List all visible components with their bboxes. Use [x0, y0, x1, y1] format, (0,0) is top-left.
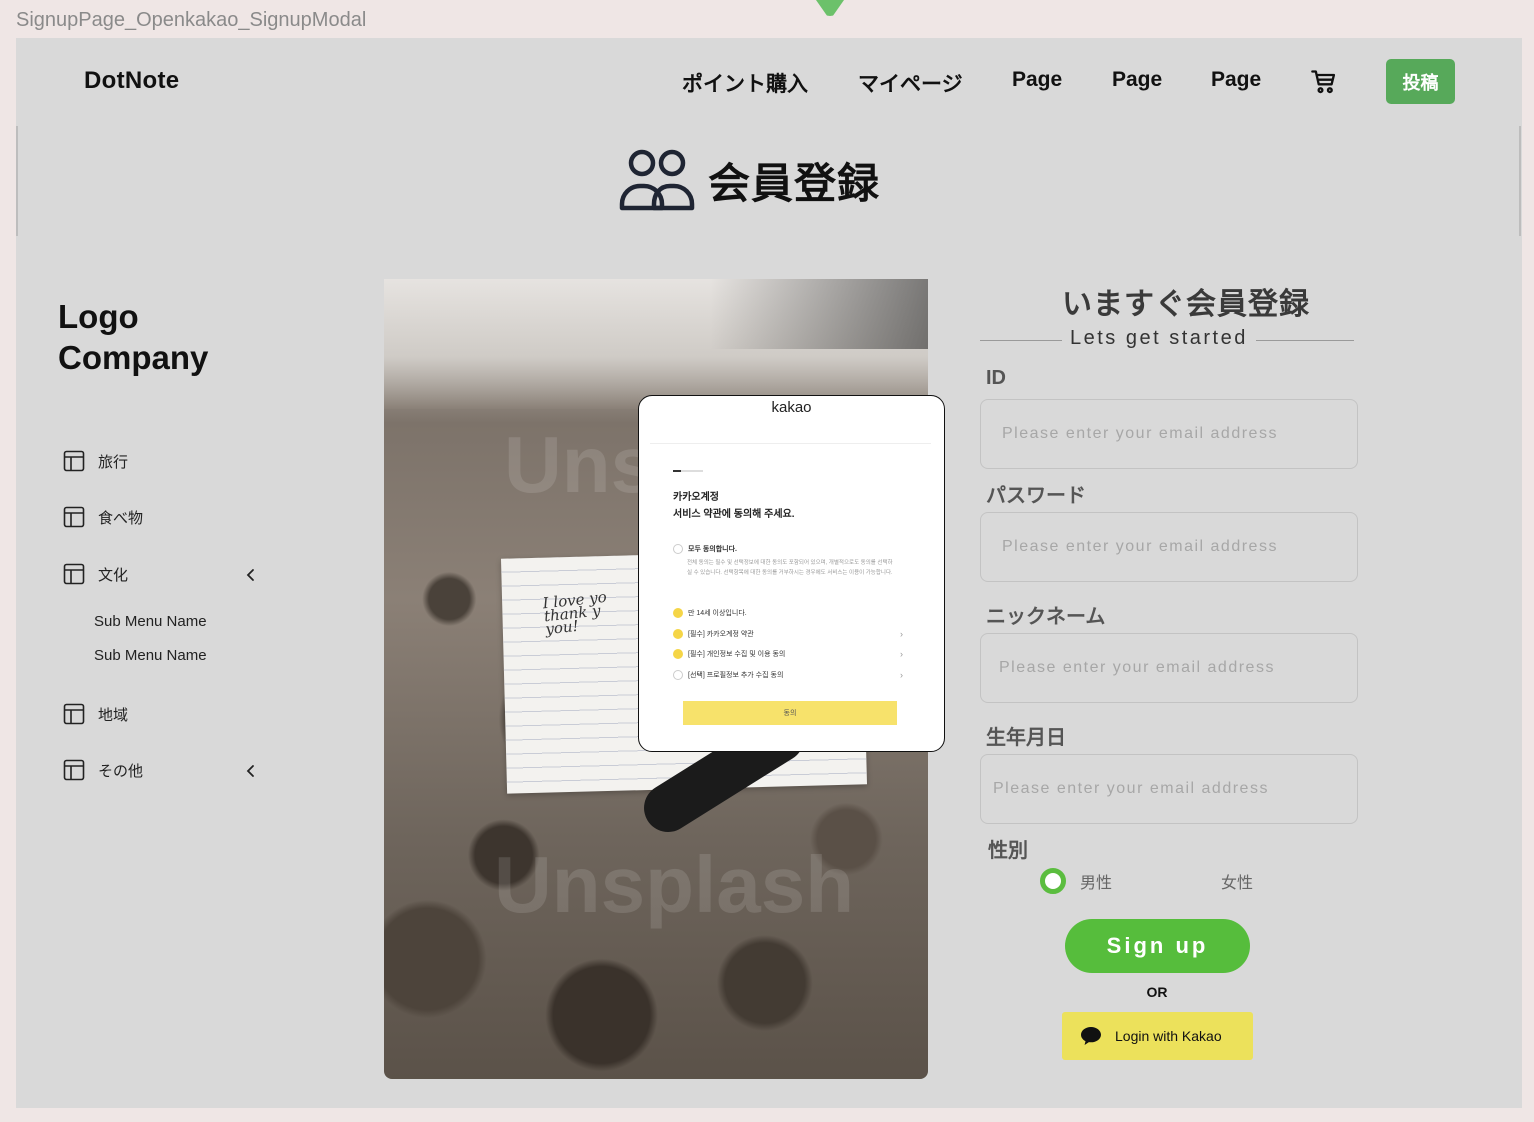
agree-button[interactable]: 동의 [683, 701, 897, 725]
page-title: 会員登録 [708, 159, 881, 207]
sidebar-item-label: 食べ物 [98, 509, 144, 527]
form-subtitle: Lets get started [1062, 327, 1256, 350]
nav-page-1[interactable]: Page [1012, 68, 1062, 92]
id-label: ID [986, 367, 1006, 389]
birthdate-label: 生年月日 [986, 727, 1066, 749]
sidebar-item-label: 旅行 [98, 453, 129, 471]
nav-page-3[interactable]: Page [1211, 68, 1261, 92]
sidebar-item-food[interactable]: 食べ物 [62, 504, 143, 530]
kakao-login-label: Login with Kakao [1115, 1028, 1222, 1044]
sidebar-item-other[interactable]: その他 [62, 757, 143, 783]
progress-indicator [673, 470, 703, 472]
sub-menu-item[interactable]: Sub Menu Name [94, 613, 207, 630]
cart-icon[interactable] [1310, 68, 1338, 96]
layout-icon [63, 450, 85, 472]
frame-label: SignupPage_Openkakao_SignupModal [16, 9, 367, 31]
birthdate-field[interactable] [980, 754, 1358, 824]
photo-shadow [384, 279, 928, 349]
modal-title: kakao [771, 399, 812, 416]
nickname-label: ニックネーム [986, 606, 1106, 628]
consent-row[interactable]: [필수] 카카오계정 약관 › [673, 629, 903, 639]
gender-male-label[interactable]: 男性 [1080, 869, 1112, 893]
gender-female-label[interactable]: 女性 [1221, 869, 1253, 893]
layout-icon [63, 506, 85, 528]
or-separator: OR [1146, 984, 1168, 1000]
sidebar-item-label: その他 [98, 762, 144, 780]
nav-point-purchase[interactable]: ポイント購入 [682, 68, 808, 98]
brand-logo[interactable]: DotNote [84, 67, 179, 95]
gender-radio-group: 男性 女性 [1040, 868, 1253, 894]
chat-bubble-icon [1081, 1027, 1101, 1045]
consent-row[interactable]: [선택] 프로필정보 추가 수집 동의 › [673, 670, 903, 680]
handwritten-note: I love yo thank y you! [541, 587, 608, 639]
top-notch-decoration [816, 0, 844, 16]
sidebar-item-region[interactable]: 地域 [62, 701, 128, 727]
chevron-left-icon[interactable] [244, 764, 258, 778]
checkbox-checked-icon[interactable] [673, 649, 683, 659]
layout-icon [63, 563, 85, 585]
consent-row[interactable]: 만 14세 이상입니다. [673, 608, 903, 618]
gender-male-radio[interactable] [1040, 868, 1066, 894]
checkbox-checked-icon[interactable] [673, 629, 683, 639]
chevron-right-icon: › [900, 649, 903, 659]
sub-menu-item[interactable]: Sub Menu Name [94, 647, 207, 664]
company-logo: Logo Company [58, 298, 209, 376]
layout-icon [63, 703, 85, 725]
sidebar-item-label: 地域 [98, 706, 129, 724]
sidebar-item-culture[interactable]: 文化 [62, 561, 128, 587]
frame-edge [1519, 126, 1521, 236]
password-label: パスワード [986, 485, 1086, 507]
consent-heading: 카카오계정 서비스 약관에 동의해 주세요. [673, 492, 795, 520]
chevron-right-icon: › [900, 670, 903, 680]
checkbox-icon[interactable] [673, 670, 683, 680]
checkbox-checked-icon[interactable] [673, 608, 683, 618]
checkbox-icon[interactable] [673, 544, 683, 554]
page-frame: DotNote ポイント購入 マイページ Page Page Page 投稿 会… [16, 38, 1522, 1108]
id-field[interactable] [980, 399, 1358, 469]
nav-page-2[interactable]: Page [1112, 68, 1162, 92]
chevron-right-icon: › [900, 629, 903, 639]
post-button[interactable]: 投稿 [1386, 59, 1455, 104]
consent-row[interactable]: [필수] 개인정보 수집 및 이용 동의 › [673, 649, 903, 659]
nav-mypage[interactable]: マイページ [858, 68, 963, 98]
frame-edge [16, 126, 18, 236]
page-title-group: 会員登録 [618, 148, 880, 212]
chevron-left-icon[interactable] [244, 568, 258, 582]
layout-icon [63, 759, 85, 781]
gender-label: 性別 [988, 840, 1028, 862]
agree-all-description: 전체 동의는 필수 및 선택정보에 대한 동의도 포함되어 있으며, 개별적으로… [687, 560, 893, 576]
nickname-field[interactable] [980, 633, 1358, 703]
watermark: Unsplash [494, 840, 855, 929]
form-title: いますぐ会員登録 [1062, 288, 1310, 321]
sidebar-item-label: 文化 [98, 566, 129, 584]
password-field[interactable] [980, 512, 1358, 582]
signup-button[interactable]: Sign up [1065, 919, 1250, 973]
kakao-login-button[interactable]: Login with Kakao [1062, 1012, 1253, 1060]
kakao-consent-modal: kakao 카카오계정 서비스 약관에 동의해 주세요. 모두 동의합니다. 전… [638, 395, 945, 752]
sidebar-item-travel[interactable]: 旅行 [62, 448, 128, 474]
agree-all-row[interactable]: 모두 동의합니다. [673, 544, 903, 554]
users-icon [619, 149, 695, 211]
